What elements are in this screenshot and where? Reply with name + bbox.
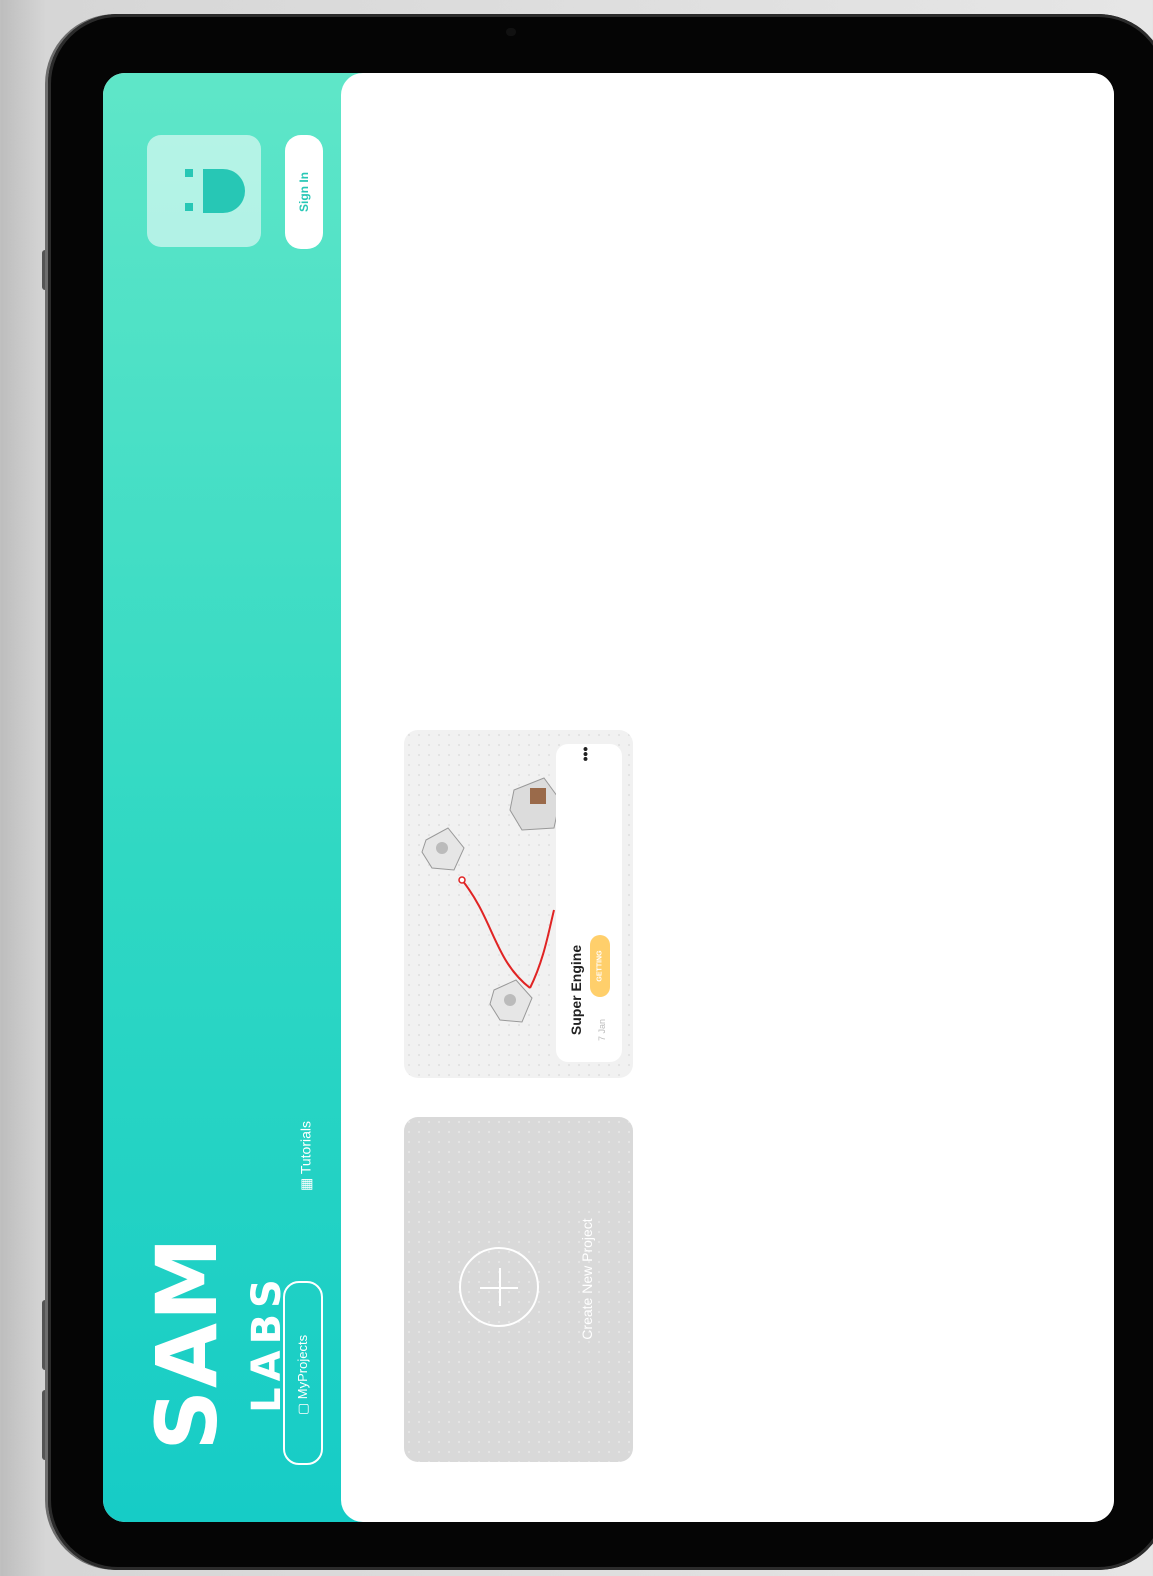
sidebar: Sign In SAM LABS ▢ MyProjects ▦ Tutorial… <box>103 73 373 1522</box>
logo-sam: SAM <box>138 1235 236 1451</box>
sam-motor-icon <box>509 777 561 831</box>
more-options-icon[interactable]: ••• <box>577 747 593 762</box>
tutorials-icon: ▦ <box>297 1174 314 1192</box>
project-tag-label: GETTING <box>596 950 604 982</box>
project-title: Super Engine <box>568 944 584 1036</box>
avatar[interactable] <box>147 135 261 247</box>
project-tag: GETTING <box>590 935 610 997</box>
folder-icon: ▢ <box>295 1399 310 1416</box>
sam-block-icon <box>421 827 465 871</box>
project-card[interactable]: Super Engine 7 Jan GETTING ••• <box>404 730 633 1078</box>
tutorials-link[interactable]: ▦ Tutorials <box>298 1121 315 1191</box>
sam-block-icon <box>489 979 533 1023</box>
camera <box>506 28 516 36</box>
sign-in-label: Sign In <box>297 172 311 212</box>
app-screen: Sign In SAM LABS ▢ MyProjects ▦ Tutorial… <box>103 73 1114 1522</box>
smiley-icon <box>185 169 245 213</box>
project-date: 7 Jan <box>597 1018 607 1042</box>
my-projects-label: ▢ MyProjects <box>295 1334 310 1416</box>
create-new-project-label: Create New Project <box>579 1218 595 1340</box>
my-projects-button[interactable]: ▢ MyProjects <box>283 1281 323 1465</box>
project-info-bar <box>556 744 622 1062</box>
plus-icon <box>459 1247 539 1327</box>
sign-in-button[interactable]: Sign In <box>285 135 323 249</box>
tutorials-label: Tutorials <box>297 1120 314 1175</box>
create-new-project-card[interactable]: Create New Project <box>404 1117 633 1462</box>
